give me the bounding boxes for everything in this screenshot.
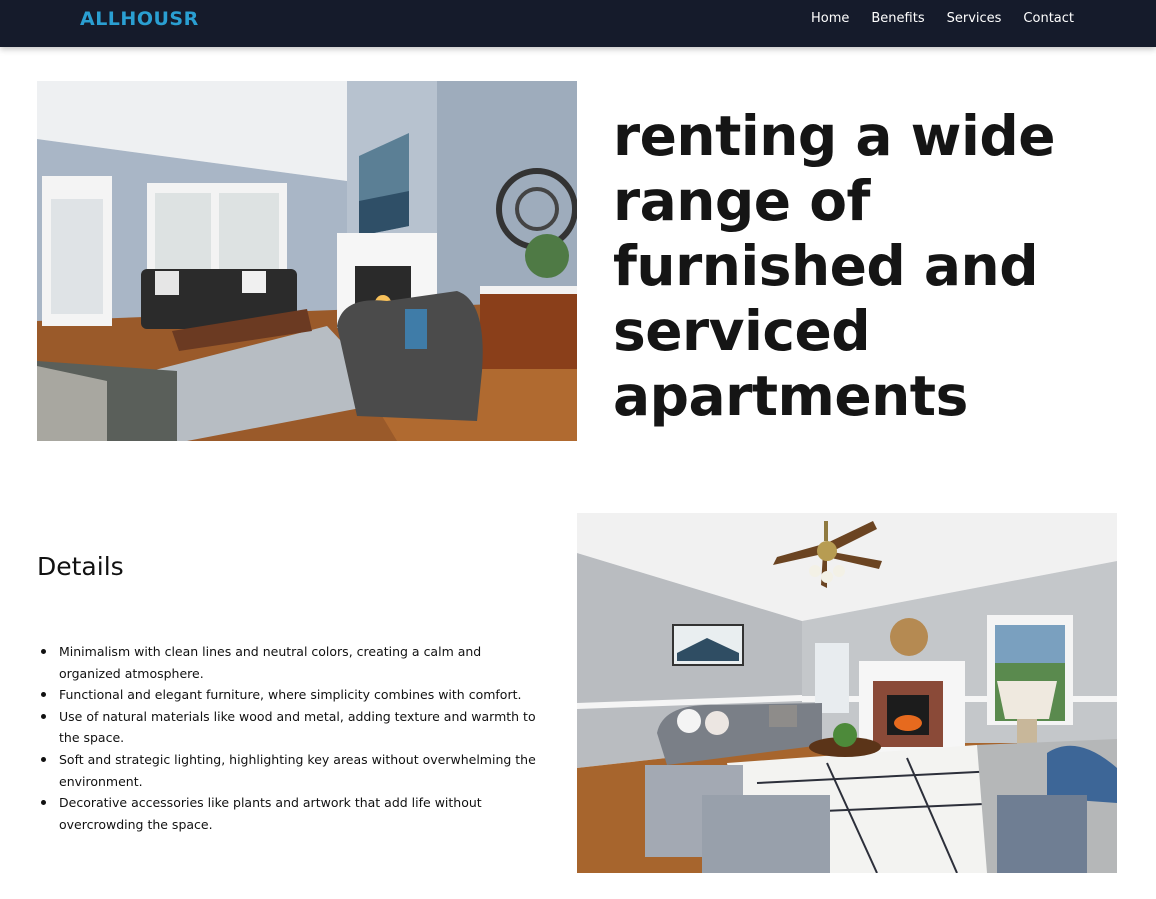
nav-link-benefits[interactable]: Benefits — [871, 11, 924, 26]
details-title: Details — [37, 552, 124, 581]
list-item: Functional and elegant furniture, where … — [37, 684, 537, 706]
living-room-photo-2 — [577, 513, 1117, 873]
list-item: Soft and strategic lighting, highlightin… — [37, 749, 537, 792]
list-item: Use of natural materials like wood and m… — [37, 706, 537, 749]
details-list: Minimalism with clean lines and neutral … — [37, 641, 537, 835]
nav-link-services[interactable]: Services — [947, 11, 1002, 26]
hero-headline: renting a wide range of furnished and se… — [613, 104, 1056, 428]
living-room-photo — [37, 81, 577, 441]
nav-links: Home Benefits Services Contact — [811, 11, 1074, 26]
list-item: Decorative accessories like plants and a… — [37, 792, 537, 835]
list-item: Minimalism with clean lines and neutral … — [37, 641, 537, 684]
top-navbar: ALLHOUSR Home Benefits Services Contact — [0, 0, 1156, 47]
nav-link-contact[interactable]: Contact — [1023, 11, 1074, 26]
brand-logo[interactable]: ALLHOUSR — [80, 8, 199, 30]
nav-link-home[interactable]: Home — [811, 11, 849, 26]
